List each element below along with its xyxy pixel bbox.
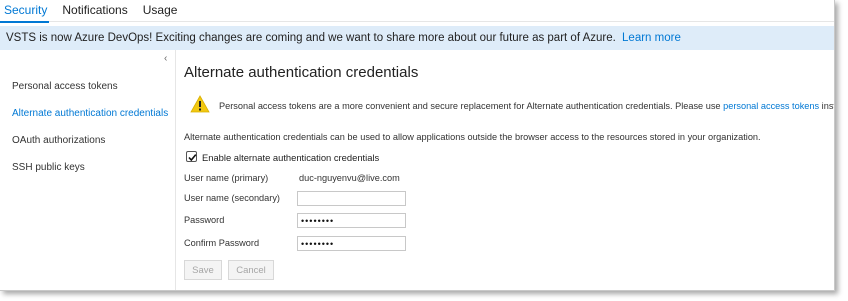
confirm-password-label: Confirm Password bbox=[184, 238, 260, 248]
top-tabs: Security Notifications Usage bbox=[0, 0, 834, 23]
sidebar-item-alternate-credentials[interactable]: Alternate authentication credentials bbox=[12, 108, 168, 119]
username-primary-value: duc-nguyenvu@live.com bbox=[299, 173, 400, 183]
sidebar-item-personal-access-tokens[interactable]: Personal access tokens bbox=[12, 81, 118, 92]
password-input[interactable] bbox=[297, 213, 406, 228]
username-secondary-label: User name (secondary) bbox=[184, 193, 280, 203]
warning-icon bbox=[190, 95, 210, 113]
announcement-banner: VSTS is now Azure DevOps! Exciting chang… bbox=[0, 26, 834, 50]
settings-window: Security Notifications Usage VSTS is now… bbox=[0, 0, 835, 291]
warning-text: Personal access tokens are a more conven… bbox=[219, 101, 835, 111]
confirm-password-input[interactable] bbox=[297, 236, 406, 251]
warning-message: Personal access tokens are a more conven… bbox=[190, 95, 834, 115]
username-primary-label: User name (primary) bbox=[184, 173, 269, 183]
cancel-button[interactable]: Cancel bbox=[228, 260, 274, 280]
username-secondary-input[interactable] bbox=[297, 191, 406, 206]
save-button[interactable]: Save bbox=[184, 260, 222, 280]
page-title: Alternate authentication credentials bbox=[184, 64, 419, 81]
warning-text-before: Personal access tokens are a more conven… bbox=[219, 101, 721, 111]
sidebar-item-oauth-authorizations[interactable]: OAuth authorizations bbox=[12, 135, 105, 146]
banner-text: VSTS is now Azure DevOps! Exciting chang… bbox=[6, 32, 616, 44]
sidebar-item-ssh-public-keys[interactable]: SSH public keys bbox=[12, 162, 85, 173]
personal-access-tokens-link[interactable]: personal access tokens bbox=[723, 101, 819, 111]
learn-more-link[interactable]: Learn more bbox=[622, 32, 681, 44]
tab-security[interactable]: Security bbox=[0, 0, 50, 23]
password-label: Password bbox=[184, 215, 225, 225]
tab-usage[interactable]: Usage bbox=[143, 0, 178, 22]
sidebar: ‹ Personal access tokens Alternate authe… bbox=[0, 50, 176, 290]
description-text: Alternate authentication credentials can… bbox=[184, 132, 761, 142]
checkmark-icon bbox=[188, 154, 197, 162]
enable-credentials-checkbox[interactable] bbox=[186, 151, 197, 162]
enable-credentials-label: Enable alternate authentication credenti… bbox=[202, 152, 380, 163]
main-panel: Alternate authentication credentials Per… bbox=[176, 50, 834, 290]
collapse-chevron-icon[interactable]: ‹ bbox=[164, 53, 167, 64]
tab-notifications[interactable]: Notifications bbox=[62, 0, 127, 22]
warning-text-after: instead. bbox=[821, 101, 835, 111]
